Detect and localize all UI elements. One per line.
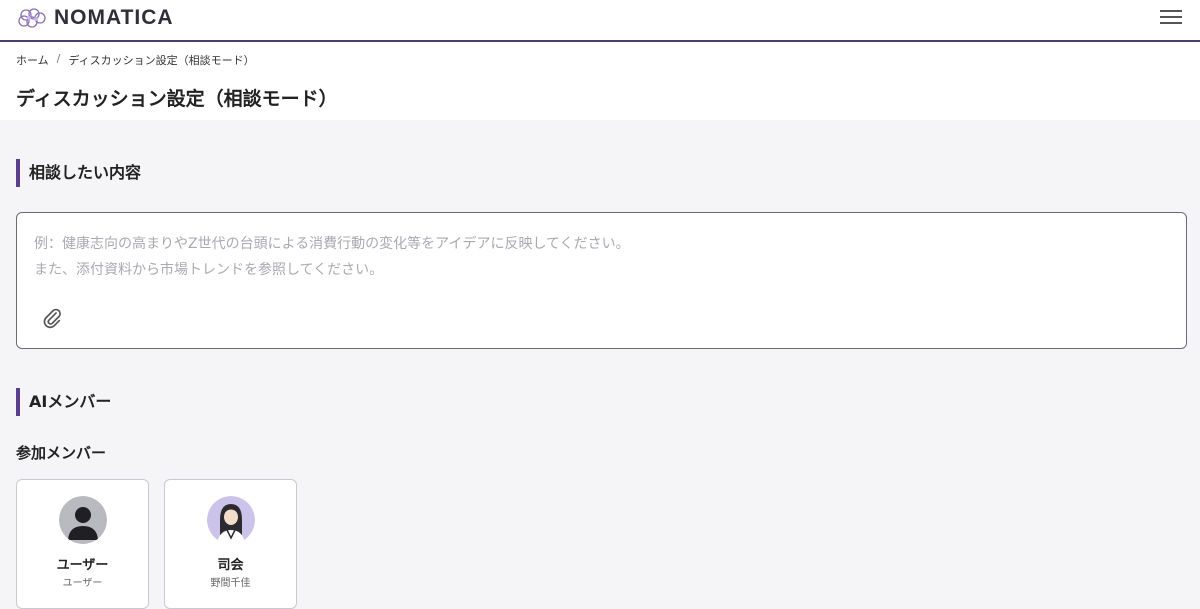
user-silhouette-icon	[59, 496, 107, 544]
member-name: ユーザー	[56, 558, 109, 573]
member-card-moderator[interactable]: 司会 野間千佳	[164, 479, 297, 609]
consult-textarea[interactable]: 例：健康志向の高まりやZ世代の台頭による消費行動の変化等をアイデアに反映してくだ…	[16, 212, 1187, 349]
participants-label: 参加メンバー	[16, 444, 107, 462]
app-logo[interactable]: NOMATICA	[16, 6, 174, 30]
breadcrumb-separator: /	[56, 52, 61, 65]
member-name: 司会	[217, 558, 244, 573]
consult-section-heading: 相談したい内容	[16, 159, 141, 187]
app-header: NOMATICA	[0, 0, 1200, 42]
page-title: ディスカッション設定（相談モード）	[16, 88, 338, 110]
breadcrumb: ホーム / ディスカッション設定（相談モード）	[16, 52, 255, 68]
brand-name: NOMATICA	[54, 6, 174, 29]
ai-members-section-heading: AIメンバー	[16, 388, 111, 416]
nomatica-logo-icon	[18, 8, 46, 28]
placeholder-line-2: また、添付資料から市場トレンドを参照してください。	[34, 262, 384, 278]
paperclip-icon[interactable]	[41, 307, 63, 329]
moderator-avatar-icon	[207, 496, 255, 544]
member-role: ユーザー	[62, 578, 103, 589]
member-role: 野間千佳	[210, 578, 251, 589]
placeholder-line-1: 例：健康志向の高まりやZ世代の台頭による消費行動の変化等をアイデアに反映してくだ…	[34, 236, 630, 252]
hamburger-menu-icon[interactable]	[1160, 10, 1182, 26]
page-title-area: ホーム / ディスカッション設定（相談モード） ディスカッション設定（相談モード…	[0, 42, 1200, 120]
breadcrumb-current: ディスカッション設定（相談モード）	[68, 54, 255, 67]
consult-placeholder: 例：健康志向の高まりやZ世代の台頭による消費行動の変化等をアイデアに反映してくだ…	[34, 231, 630, 283]
member-card-user[interactable]: ユーザー ユーザー	[16, 479, 149, 609]
breadcrumb-home-link[interactable]: ホーム	[16, 52, 49, 68]
